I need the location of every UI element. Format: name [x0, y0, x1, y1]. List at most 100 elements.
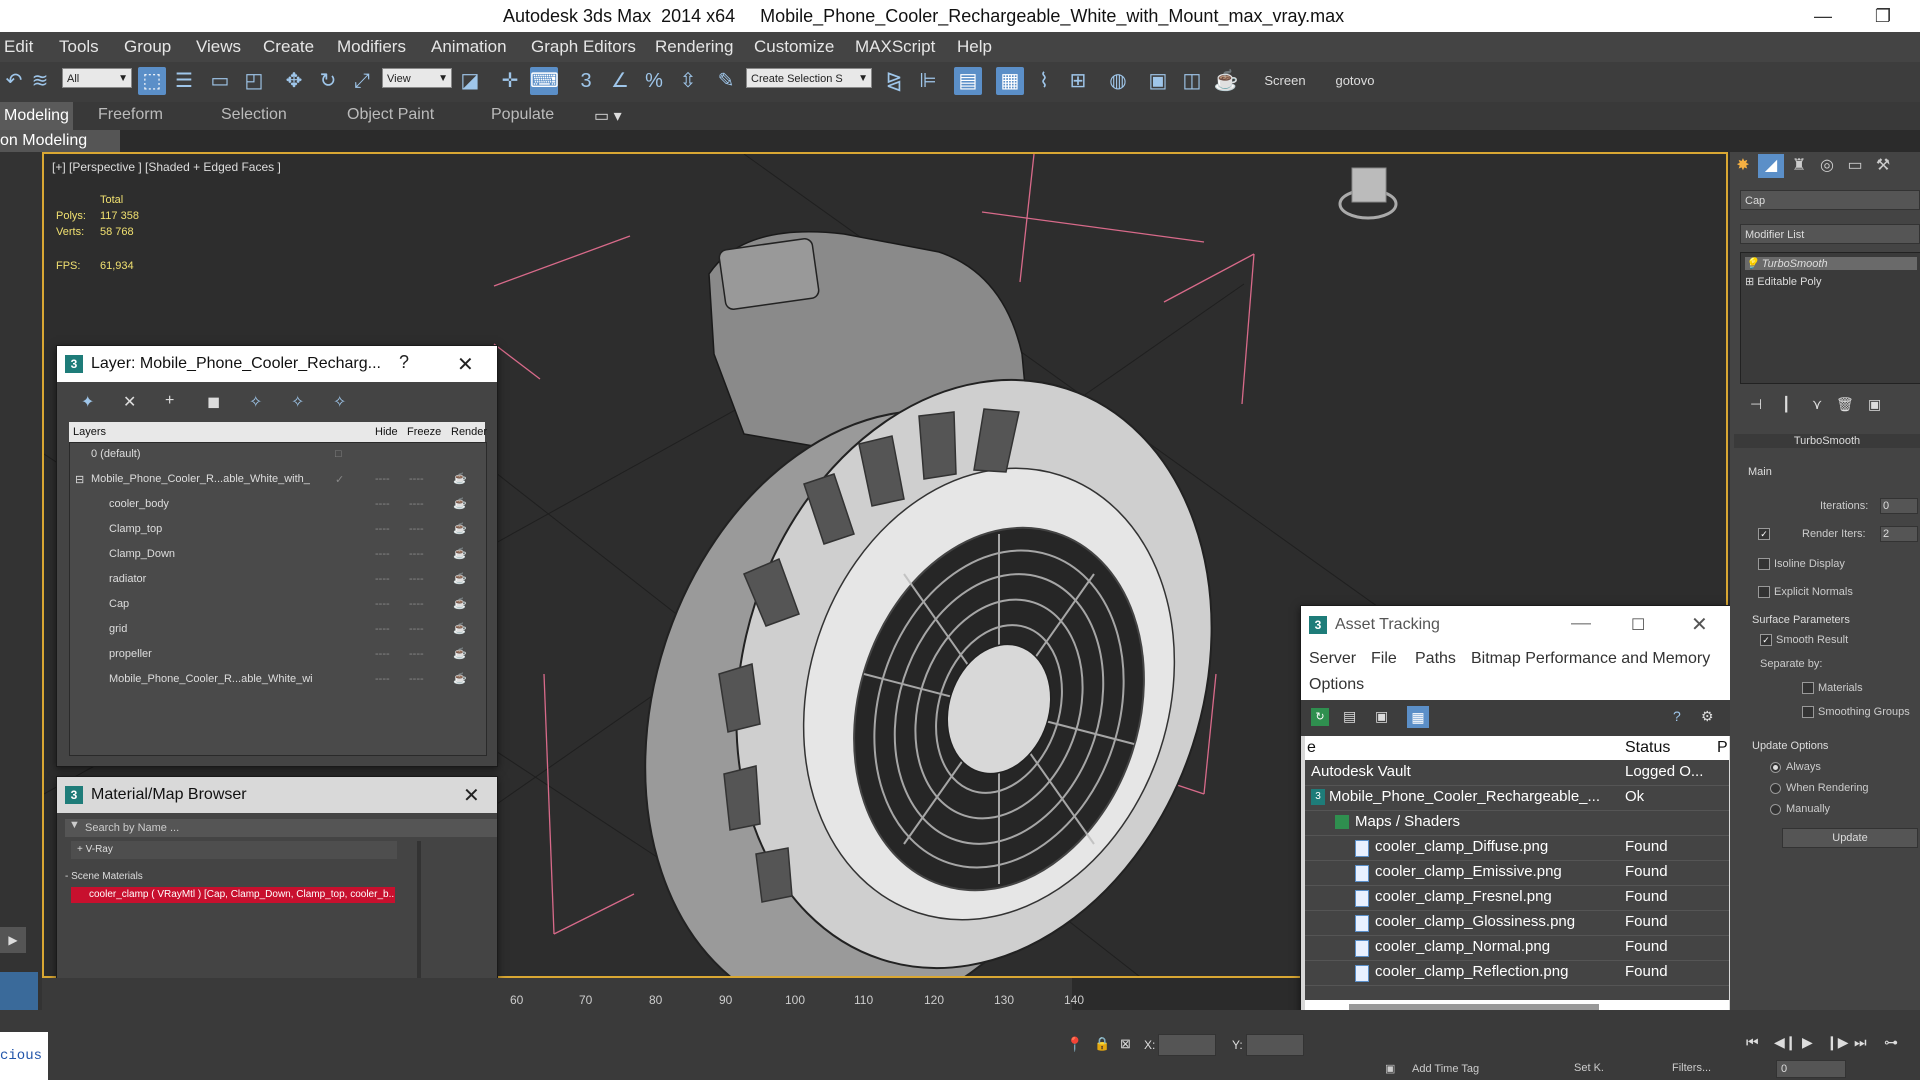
hide-toggle[interactable]: ---- — [375, 623, 390, 635]
hide-toggle[interactable]: ---- — [375, 673, 390, 685]
time-tag-icon[interactable]: ▣ — [1385, 1062, 1395, 1075]
move-icon[interactable]: ✥ — [280, 67, 308, 95]
refresh-icon[interactable]: ↻ — [1311, 708, 1329, 726]
hide-toggle[interactable]: ---- — [375, 498, 390, 510]
utilities-tab-icon[interactable]: ⚒ — [1870, 154, 1896, 178]
select-objects-icon[interactable]: ◼ — [207, 392, 220, 412]
undo-icon[interactable]: ↶ — [0, 67, 28, 95]
hide-toggle[interactable]: ---- — [375, 548, 390, 560]
col-render[interactable]: Render — [451, 426, 487, 438]
hide-toggle[interactable]: ---- — [375, 648, 390, 660]
keyboard-shortcut-icon[interactable]: ⌨ — [530, 67, 559, 95]
asset-row[interactable]: cooler_clamp_Reflection.png Found — [1305, 960, 1729, 986]
hide-all-icon[interactable]: ✧ — [291, 392, 304, 412]
menu-paths[interactable]: Paths — [1415, 650, 1456, 668]
x-coord-field[interactable] — [1158, 1034, 1216, 1056]
hide-toggle[interactable]: ---- — [375, 598, 390, 610]
close-icon[interactable]: ✕ — [463, 783, 480, 808]
scene-materials-group[interactable]: - Scene Materials — [65, 871, 143, 882]
col-name[interactable]: e — [1307, 739, 1316, 757]
show-end-result-icon[interactable]: ┃ — [1782, 396, 1790, 413]
menu-group[interactable]: Group — [124, 37, 171, 57]
asset-tracking-titlebar[interactable]: 3 Asset Tracking — ☐ ✕ — [1301, 606, 1735, 644]
freeze-toggle[interactable]: ---- — [409, 623, 424, 635]
menu-maxscript[interactable]: MAXScript — [855, 37, 935, 57]
align-icon[interactable]: ⊫ — [914, 67, 942, 95]
key-mode-icon[interactable]: ⊶ — [1884, 1034, 1898, 1051]
render-setup-icon[interactable]: ▣ — [1144, 67, 1172, 95]
hide-toggle[interactable]: ---- — [375, 523, 390, 535]
restore-button[interactable]: ❐ — [1860, 0, 1906, 32]
layer-row[interactable]: radiator ---- ---- ☕ — [69, 567, 485, 592]
stack-item-turbosmooth[interactable]: 💡 TurboSmooth — [1745, 257, 1917, 270]
reference-coordinate-dropdown[interactable]: View ▼ — [382, 68, 452, 88]
smoothing-groups-checkbox[interactable] — [1802, 706, 1814, 718]
key-filters-button[interactable]: Filters... — [1672, 1062, 1711, 1074]
gotovo-button[interactable]: gotovo — [1330, 67, 1380, 95]
layer-row[interactable]: propeller ---- ---- ☕ — [69, 642, 485, 667]
absolute-mode-icon[interactable]: ⊠ — [1120, 1036, 1131, 1052]
rectangular-selection-icon[interactable]: ▭ — [206, 67, 234, 95]
rotate-icon[interactable]: ↻ — [314, 67, 342, 95]
menu-edit[interactable]: Edit — [4, 37, 33, 57]
freeze-toggle[interactable]: ---- — [409, 598, 424, 610]
percent-snap-icon[interactable]: % — [640, 67, 668, 95]
layer-row[interactable]: ⊟ Mobile_Phone_Cooler_R...able_White_wit… — [69, 467, 485, 492]
tab-freeform[interactable]: Freeform — [98, 106, 163, 124]
scale-icon[interactable]: ⤢ — [348, 67, 376, 95]
close-icon[interactable]: ✕ — [1691, 612, 1708, 637]
freeze-toggle[interactable]: ---- — [409, 473, 424, 485]
schematic-view-icon[interactable]: ⊞ — [1064, 67, 1092, 95]
material-editor-icon[interactable]: ◍ — [1104, 67, 1132, 95]
material-search-input[interactable]: Search by Name ... — [65, 819, 497, 837]
update-button[interactable]: Update — [1782, 828, 1918, 848]
menu-graph-editors[interactable]: Graph Editors — [531, 37, 636, 57]
material-item[interactable]: cooler_clamp ( VRayMtl ) [Cap, Clamp_Dow… — [71, 887, 395, 903]
freeze-toggle[interactable]: ---- — [409, 673, 424, 685]
render-teapot-icon[interactable]: ☕ — [453, 597, 467, 610]
menu-animation[interactable]: Animation — [431, 37, 507, 57]
render-iters-checkbox[interactable]: ✓ — [1758, 528, 1770, 540]
timeline-ruler[interactable]: 60 70 80 90 100 110 120 130 140 — [42, 978, 1084, 1010]
layer-visible-box[interactable]: □ — [335, 448, 342, 460]
layer-row[interactable]: cooler_body ---- ---- ☕ — [69, 492, 485, 517]
table-view-icon[interactable]: ▦ — [1407, 706, 1429, 728]
layer-dialog-titlebar[interactable]: 3 Layer: Mobile_Phone_Cooler_Recharg... … — [57, 346, 497, 382]
new-layer-icon[interactable]: ✦ — [81, 392, 94, 412]
previous-frame-icon[interactable]: ◀❙ — [1774, 1034, 1797, 1051]
rendered-frame-icon[interactable]: ◫ — [1178, 67, 1206, 95]
stack-item-editable-poly[interactable]: ⊞ Editable Poly — [1745, 275, 1822, 288]
render-production-icon[interactable]: ☕ — [1212, 67, 1240, 95]
tab-object-paint[interactable]: Object Paint — [347, 106, 434, 124]
vray-group[interactable]: + V-Ray — [71, 841, 397, 859]
y-coord-field[interactable] — [1246, 1034, 1304, 1056]
menu-help[interactable]: Help — [957, 37, 992, 57]
thumb-view-icon[interactable]: ▣ — [1375, 708, 1388, 725]
menu-rendering[interactable]: Rendering — [655, 37, 733, 57]
tab-populate[interactable]: Populate — [491, 106, 554, 124]
freeze-toggle[interactable]: ---- — [409, 523, 424, 535]
col-p[interactable]: P — [1717, 739, 1728, 757]
render-teapot-icon[interactable]: ☕ — [453, 572, 467, 585]
delete-layer-icon[interactable]: ✕ — [123, 392, 136, 412]
layer-row[interactable]: 0 (default) □ — [69, 442, 485, 467]
link-icon[interactable]: ≋ — [26, 67, 54, 95]
pivot-icon[interactable]: ◪ — [456, 67, 484, 95]
named-selection-set-field[interactable]: Create Selection S ▼ — [746, 68, 872, 88]
list-view-icon[interactable]: ▤ — [1343, 708, 1356, 725]
when-rendering-radio[interactable] — [1770, 783, 1781, 794]
expand-icon[interactable]: ⊞ — [1745, 276, 1754, 288]
col-layers[interactable]: Layers — [73, 426, 106, 438]
spinner-snap-icon[interactable]: ⇳ — [674, 67, 702, 95]
asset-row[interactable]: cooler_clamp_Glossiness.png Found — [1305, 910, 1729, 936]
go-to-start-icon[interactable]: ⏮ — [1746, 1034, 1759, 1051]
add-time-tag[interactable]: Add Time Tag — [1412, 1063, 1479, 1075]
modify-tab-icon[interactable]: ◢ — [1758, 154, 1784, 178]
render-teapot-icon[interactable]: ☕ — [453, 622, 467, 635]
asset-row[interactable]: 3 Mobile_Phone_Cooler_Rechargeable_... O… — [1305, 785, 1729, 811]
lightbulb-icon[interactable]: 💡 — [1745, 258, 1759, 270]
menu-options[interactable]: Options — [1309, 676, 1364, 694]
isoline-display-checkbox[interactable] — [1758, 558, 1770, 570]
render-teapot-icon[interactable]: ☕ — [453, 547, 467, 560]
asset-row[interactable]: cooler_clamp_Fresnel.png Found — [1305, 885, 1729, 911]
